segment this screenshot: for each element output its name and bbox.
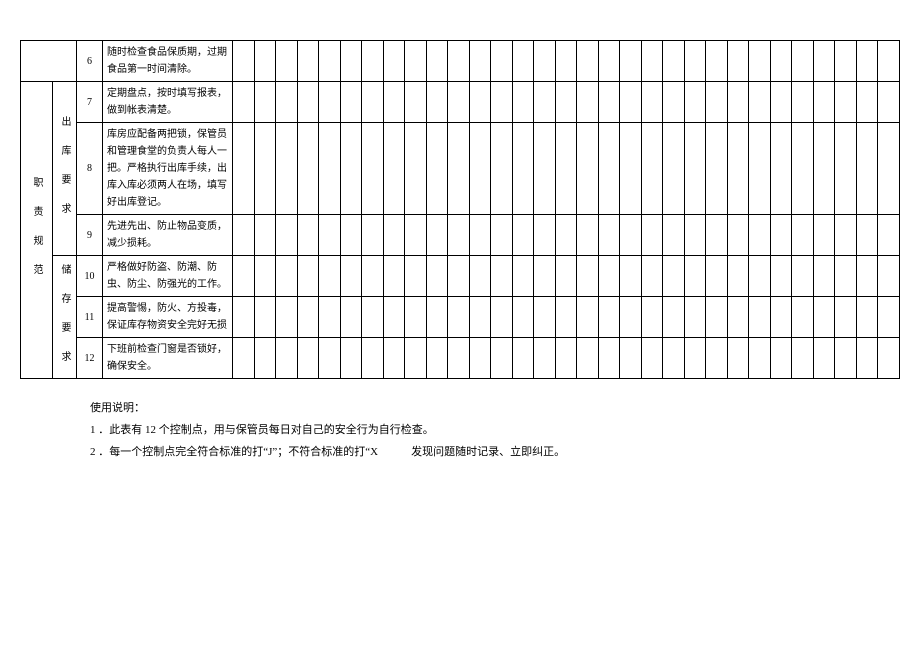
table-row: 11 提高警惕，防火、方投毒，保证库存物资安全完好无损: [21, 297, 900, 338]
table-row: 职 责 规 范 出 库 要 求 7 定期盘点，按时填写报表，做到帐表清楚。: [21, 82, 900, 123]
row-desc: 提高警惕，防火、方投毒，保证库存物资安全完好无损: [103, 297, 233, 338]
category-level1: 职 责 规 范: [21, 82, 53, 379]
row-desc: 随时检查食品保质期，过期食品第一时间清除。: [103, 41, 233, 82]
usage-notes: 使用说明： 1 ．此表有 12 个控制点，用与保管员每日对自己的安全行为自行检查…: [90, 397, 900, 463]
row-desc: 严格做好防盗、防潮、防虫、防尘、防强光的工作。: [103, 256, 233, 297]
table-row: 9 先进先出、防止物品变质，减少损耗。: [21, 215, 900, 256]
category-level2-outbound: 出 库 要 求: [53, 82, 77, 256]
row-num: 6: [77, 41, 103, 82]
table-row: 12 下班前检查门窗是否锁好，确保安全。: [21, 338, 900, 379]
row-num: 7: [77, 82, 103, 123]
row-num: 10: [77, 256, 103, 297]
row-num: 11: [77, 297, 103, 338]
row-desc: 下班前检查门窗是否锁好，确保安全。: [103, 338, 233, 379]
row-desc: 先进先出、防止物品变质，减少损耗。: [103, 215, 233, 256]
category-level2-storage: 储 存 要 求: [53, 256, 77, 379]
table-row: 8 库房应配备两把锁，保管员和管理食堂的负责人每人一把。严格执行出库手续，出库入…: [21, 123, 900, 215]
notes-line1: 1 ．此表有 12 个控制点，用与保管员每日对自己的安全行为自行检查。: [90, 419, 900, 441]
row-desc: 定期盘点，按时填写报表，做到帐表清楚。: [103, 82, 233, 123]
notes-line2: 2 ．每一个控制点完全符合标准的打“J”；不符合标准的打“X 发现问题随时记录、…: [90, 441, 900, 463]
table-row: 6 随时检查食品保质期，过期食品第一时间清除。: [21, 41, 900, 82]
table-row: 储 存 要 求 10 严格做好防盗、防潮、防虫、防尘、防强光的工作。: [21, 256, 900, 297]
row-num: 12: [77, 338, 103, 379]
checklist-table: 6 随时检查食品保质期，过期食品第一时间清除。 职 责 规 范 出 库 要 求 …: [20, 40, 900, 379]
row-desc: 库房应配备两把锁，保管员和管理食堂的负责人每人一把。严格执行出库手续，出库入库必…: [103, 123, 233, 215]
cat1-empty-cell: [21, 41, 77, 82]
row-num: 9: [77, 215, 103, 256]
row-num: 8: [77, 123, 103, 215]
notes-title: 使用说明：: [90, 397, 900, 419]
